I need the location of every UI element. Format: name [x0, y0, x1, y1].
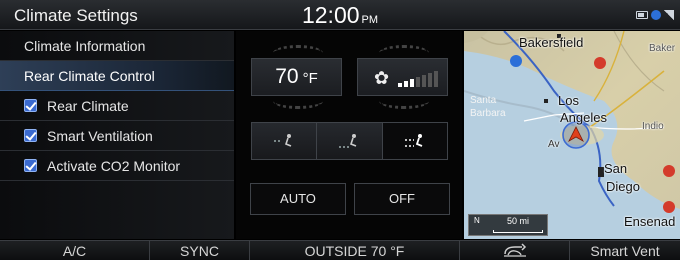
north-indicator: N: [474, 216, 480, 225]
map-label-santa: Santa: [470, 95, 497, 106]
bottom-bar: A/C SYNC OUTSIDE 70 °F Smart Vent: [0, 240, 680, 260]
auto-button[interactable]: AUTO: [250, 183, 346, 215]
sync-button[interactable]: SYNC: [150, 241, 250, 260]
menu-item-rear-climate-control[interactable]: Rear Climate Control: [0, 61, 234, 91]
menu-item-co2-monitor[interactable]: Activate CO2 Monitor: [0, 151, 234, 181]
vent-face-feet-icon: [404, 134, 423, 147]
mode-feet-button[interactable]: [317, 123, 383, 159]
smart-ventilation-checkbox[interactable]: [24, 129, 37, 142]
temp-dial-bottom[interactable]: [273, 101, 323, 109]
map-label-indio: Indio: [642, 121, 664, 132]
fan-level-bar: [434, 71, 438, 87]
status-icons: [636, 10, 674, 20]
menu-item-label: Rear Climate: [47, 98, 129, 114]
vent-feet-icon: [339, 134, 357, 148]
clock-ampm: PM: [361, 14, 379, 26]
recirculation-button[interactable]: [460, 241, 570, 260]
outside-temperature: OUTSIDE 70 °F: [250, 241, 460, 260]
fan-level-bars: [398, 69, 440, 87]
rear-climate-checkbox[interactable]: [24, 99, 37, 112]
menu-item-label: Rear Climate Control: [24, 68, 155, 84]
map-label-diego: Diego: [606, 179, 640, 194]
signal-icon: [664, 10, 674, 20]
fan-dial-top[interactable]: [379, 45, 429, 53]
temperature-display[interactable]: 70 °F: [251, 58, 342, 96]
map-scale: N 50 mi: [468, 214, 548, 236]
fan-speed-display[interactable]: ✿: [357, 58, 448, 96]
menu-item-smart-ventilation[interactable]: Smart Ventilation: [0, 121, 234, 151]
recirculation-icon: [503, 243, 526, 257]
settings-menu: Climate Information Rear Climate Control…: [0, 31, 234, 239]
ac-button[interactable]: A/C: [0, 241, 150, 260]
clock: 12:00 PM: [0, 2, 680, 29]
fan-level-bar: [416, 77, 420, 87]
battery-icon: [636, 11, 648, 19]
fan-dial-bottom[interactable]: [379, 101, 429, 109]
map-label-ensenada: Ensenad: [624, 214, 676, 229]
menu-item-rear-climate[interactable]: Rear Climate: [0, 91, 234, 121]
fan-level-bar: [398, 83, 402, 87]
map-scale-text: 50 mi: [507, 216, 530, 226]
bluetooth-icon: [651, 10, 661, 20]
vent-face-icon: [274, 134, 292, 147]
fan-level-bar: [404, 81, 408, 87]
map-label-baker: Baker: [649, 43, 676, 54]
temperature-value: 70: [275, 65, 299, 88]
airflow-mode-group: [251, 122, 448, 160]
map-label-barbara: Barbara: [470, 108, 506, 119]
menu-item-climate-information[interactable]: Climate Information: [0, 31, 234, 61]
map-label-san: San: [604, 161, 628, 176]
menu-item-label: Smart Ventilation: [47, 128, 153, 144]
co2-monitor-checkbox[interactable]: [24, 159, 37, 172]
map-label-bakersfield: Bakersfield: [519, 35, 584, 50]
menu-item-label: Climate Information: [24, 38, 146, 54]
map-graphic: [464, 31, 680, 239]
clock-time: 12:00: [301, 2, 360, 28]
menu-item-label: Activate CO2 Monitor: [47, 158, 181, 174]
fan-level-bar: [428, 73, 432, 87]
map-label-los: Los: [558, 93, 579, 108]
map-label-angeles: Angeles: [560, 110, 607, 125]
smart-vent-button[interactable]: Smart Vent: [570, 241, 680, 260]
map-scale-bar: [493, 230, 543, 233]
mode-face-feet-button[interactable]: [382, 123, 447, 159]
mode-face-button[interactable]: [252, 123, 318, 159]
off-button[interactable]: OFF: [354, 183, 450, 215]
fan-icon: ✿: [374, 68, 390, 88]
fan-level-bar: [410, 79, 414, 87]
temperature-unit: °F: [302, 70, 318, 87]
navigation-map[interactable]: Bakersfield Baker Los Angeles Santa Barb…: [464, 31, 680, 239]
fan-level-bar: [422, 75, 426, 87]
map-label-avalon: Av: [548, 139, 560, 150]
status-bar: Climate Settings 12:00 PM: [0, 0, 680, 30]
temp-dial-top[interactable]: [273, 45, 323, 53]
climate-control-panel: 70 °F ✿ AUTO OFF: [236, 31, 462, 239]
